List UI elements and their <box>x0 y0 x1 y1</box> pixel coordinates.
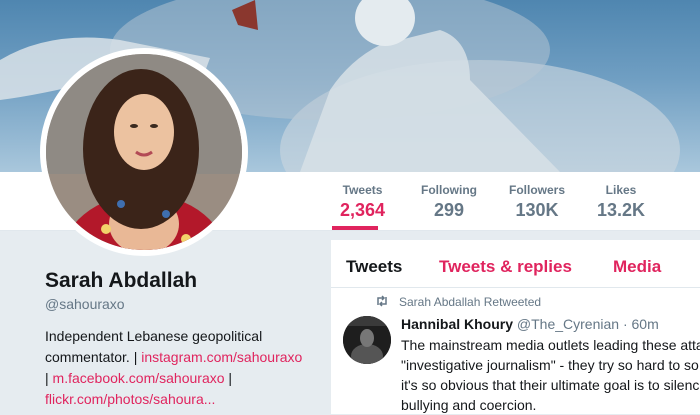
stat-followers-label: Followers <box>509 183 566 197</box>
stat-tweets-value: 2,364 <box>340 200 386 220</box>
tweet-text-line: bullying and coercion. <box>401 397 537 413</box>
stat-active-underline <box>332 226 378 230</box>
stat-tweets-label: Tweets <box>342 183 383 197</box>
profile-bio: Independent Lebanese geopolitical commen… <box>45 326 315 410</box>
stat-following[interactable]: Following 299 <box>421 183 477 221</box>
tweet-text: The mainstream media outlets leading the… <box>401 335 700 415</box>
stat-following-value: 299 <box>433 200 465 220</box>
tweet-author-handle[interactable]: @The_Cyrenian <box>517 316 619 332</box>
tweet-header: Hannibal Khoury @The_Cyrenian · 60m <box>401 316 659 332</box>
profile-name: Sarah Abdallah <box>45 269 198 292</box>
tweet-text-line: "investigative journalism" - they try so… <box>401 357 699 373</box>
tab-tweets[interactable]: Tweets <box>346 257 402 277</box>
bio-separator: | <box>45 370 53 386</box>
bio-separator: | <box>224 370 233 386</box>
profile-handle: @sahouraxo <box>45 296 125 312</box>
stat-likes-label: Likes <box>605 183 637 197</box>
avatar-image <box>46 54 242 250</box>
avatar[interactable] <box>46 54 242 250</box>
tweet-author-name[interactable]: Hannibal Khoury <box>401 316 513 332</box>
bio-link-instagram[interactable]: instagram.com/sahouraxo <box>141 349 302 365</box>
tweet-avatar-image <box>343 316 391 364</box>
timeline-panel: Tweets Tweets & replies Media Sarah Abda… <box>331 240 700 414</box>
stat-tweets[interactable]: Tweets 2,364 <box>340 183 385 221</box>
retweet-icon <box>375 295 389 310</box>
bio-link-flickr[interactable]: flickr.com/photos/sahoura... <box>45 391 215 407</box>
tweet-text-line: The mainstream media outlets leading the… <box>401 337 700 353</box>
retweet-notice: Sarah Abdallah Retweeted <box>399 295 542 309</box>
stat-following-label: Following <box>421 183 477 197</box>
tweet-author-avatar[interactable] <box>343 316 391 364</box>
tweet-text-line: it's so obvious that their ultimate goal… <box>401 377 700 393</box>
timeline-tabs: Tweets Tweets & replies Media <box>331 240 700 288</box>
tab-media[interactable]: Media <box>613 257 661 277</box>
tweet-time[interactable]: · 60m <box>623 316 659 332</box>
tab-tweets-replies[interactable]: Tweets & replies <box>439 257 572 277</box>
bio-link-facebook[interactable]: m.facebook.com/sahouraxo <box>53 370 225 386</box>
stat-likes[interactable]: Likes 13.2K <box>597 183 645 221</box>
stat-followers[interactable]: Followers 130K <box>509 183 565 221</box>
stat-followers-value: 130K <box>515 200 559 220</box>
stat-likes-value: 13.2K <box>597 200 646 220</box>
